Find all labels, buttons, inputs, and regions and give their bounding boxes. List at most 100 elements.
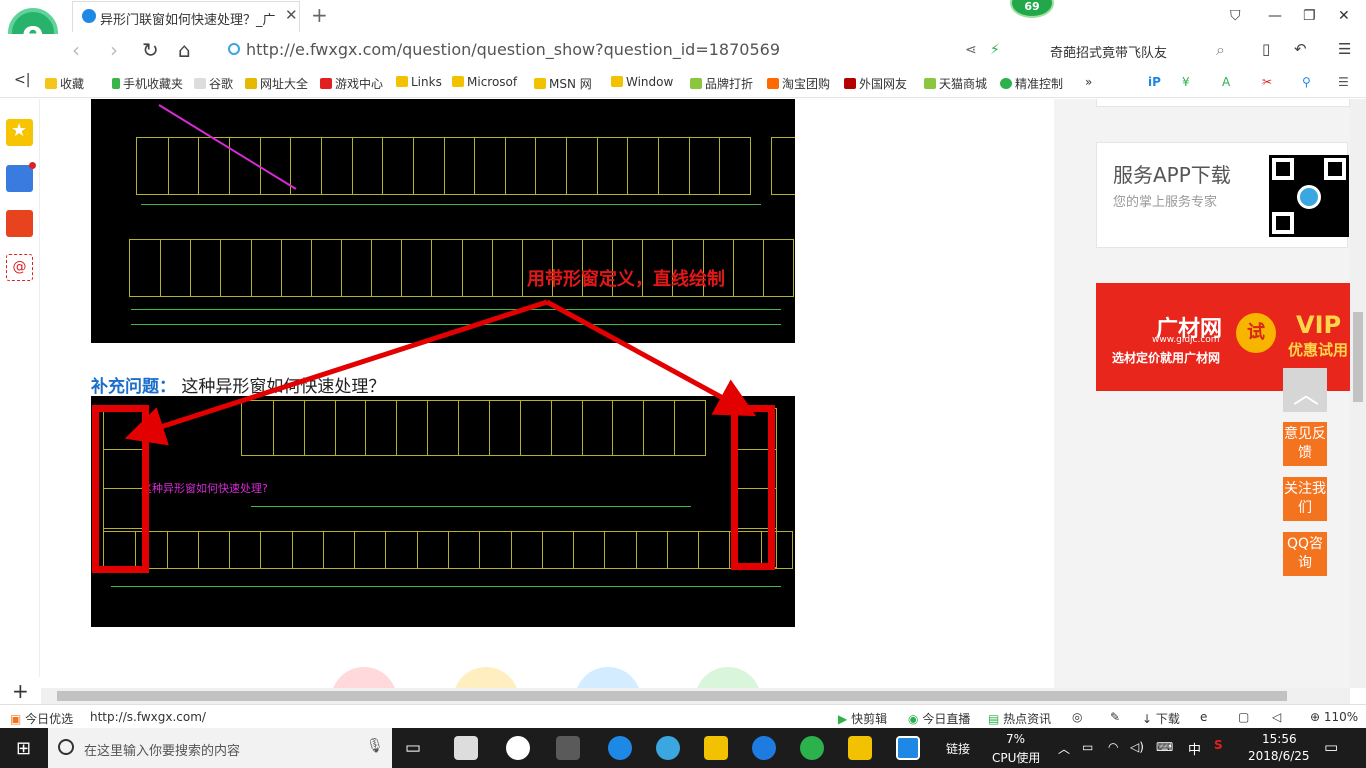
speed-icon[interactable]: ◎	[1072, 710, 1082, 724]
cad-window-strip	[136, 137, 751, 195]
action-circle[interactable]	[331, 667, 397, 688]
close-tab-icon[interactable]: ✕	[285, 6, 298, 24]
horizontal-scrollbar[interactable]	[41, 688, 1350, 704]
vertical-scroll-thumb[interactable]	[1353, 312, 1363, 402]
menu-icon[interactable]: ☰	[1338, 40, 1351, 58]
bookmark-item[interactable]: 淘宝团购	[767, 75, 830, 92]
feedback-button[interactable]: 意见反馈	[1283, 422, 1327, 466]
bookmark-item[interactable]: 天猫商城	[924, 75, 987, 92]
app-icon-edge[interactable]	[608, 736, 632, 760]
cad-mullion	[541, 532, 543, 568]
magnifier-icon[interactable]: ⚲	[1302, 75, 1311, 89]
home-icon[interactable]: ⌂	[178, 38, 191, 62]
taskbar-search[interactable]: 在这里输入你要搜索的内容 🎙	[48, 728, 392, 768]
action-circle[interactable]	[695, 667, 761, 688]
task-view-icon[interactable]: ▭	[405, 738, 421, 758]
search-input[interactable]: 奇葩招式竟带飞队友	[1050, 42, 1167, 61]
mute-icon[interactable]: ◁	[1272, 710, 1281, 724]
sidebar-toggle-icon[interactable]: <|	[14, 72, 30, 88]
follow-button[interactable]: 关注我们	[1283, 477, 1327, 521]
bookmark-item[interactable]: 精准控制	[1000, 75, 1063, 92]
bookmark-item[interactable]: 品牌打折	[690, 75, 753, 92]
bookmark-item[interactable]: Window	[611, 75, 673, 89]
bookmark-item[interactable]: 收藏	[45, 75, 84, 92]
new-tab-icon[interactable]: +	[311, 3, 328, 27]
bookmark-item[interactable]: 谷歌	[194, 75, 233, 92]
app-icon-browser[interactable]	[800, 736, 824, 760]
ime-indicator[interactable]: 中	[1188, 739, 1201, 758]
action-circle[interactable]	[453, 667, 519, 688]
forward-icon[interactable]: ›	[110, 38, 118, 62]
window-icon[interactable]: ▢	[1238, 710, 1249, 724]
status-item[interactable]: ▶ 快剪辑	[838, 710, 887, 727]
today-pick[interactable]: ▣ 今日优选	[10, 710, 73, 727]
ie-icon[interactable]: e	[1200, 710, 1207, 724]
sogou-icon[interactable]: S	[1214, 738, 1223, 752]
status-item[interactable]: ▤ 热点资讯	[988, 710, 1051, 727]
clock-date[interactable]: 2018/6/25	[1248, 749, 1310, 763]
reload-icon[interactable]: ↻	[142, 38, 159, 62]
share-icon[interactable]: ⋖	[965, 42, 977, 58]
app-icon-active[interactable]	[896, 736, 920, 760]
clock-time[interactable]: 15:56	[1262, 732, 1297, 746]
search-icon[interactable]: ⌕	[1216, 40, 1225, 60]
news-icon[interactable]	[6, 162, 36, 192]
zoom-level[interactable]: ⊕ 110%	[1310, 710, 1358, 724]
bookmark-item[interactable]: Links	[396, 75, 442, 89]
favorites-star-icon[interactable]: ★	[6, 119, 33, 146]
app-icon-ie-old[interactable]	[506, 736, 530, 760]
weibo-icon[interactable]	[6, 210, 33, 237]
ext-icon[interactable]: iP	[1148, 75, 1161, 89]
more-bookmarks-icon[interactable]: »	[1085, 75, 1092, 89]
action-center-icon[interactable]: ▭	[1324, 738, 1338, 756]
cad-mullion	[197, 532, 199, 568]
vertical-scrollbar[interactable]	[1350, 99, 1366, 688]
lightning-icon[interactable]: ⚡	[990, 42, 1000, 58]
volume-icon[interactable]: ◁)	[1130, 740, 1144, 754]
mail-icon[interactable]: @	[6, 254, 33, 281]
app-icon-ie[interactable]	[656, 736, 680, 760]
restore-icon[interactable]: ❐	[1303, 8, 1316, 24]
keyboard-icon[interactable]: ⌨	[1156, 740, 1173, 754]
undo-icon[interactable]: ↶	[1294, 40, 1307, 58]
taskbar-link-label[interactable]: 链接	[946, 740, 970, 757]
bookmark-item[interactable]: Microsof	[452, 75, 517, 89]
add-icon[interactable]: +	[12, 679, 29, 703]
app-icon-g[interactable]	[752, 736, 776, 760]
app-icon-explorer[interactable]	[704, 736, 728, 760]
cad-mullion	[166, 532, 168, 568]
tools-icon[interactable]: ✎	[1110, 710, 1120, 724]
back-icon[interactable]: ‹	[72, 38, 80, 62]
bookmark-item[interactable]: 手机收藏夹	[112, 75, 183, 92]
qq-consult-button[interactable]: QQ咨询	[1283, 532, 1327, 576]
bookmark-item[interactable]: MSN 网	[534, 75, 592, 92]
app-download-card[interactable]: 服务APP下载 您的掌上服务专家	[1096, 142, 1349, 248]
close-window-icon[interactable]: ✕	[1338, 8, 1350, 24]
microphone-icon[interactable]: 🎙	[366, 738, 384, 754]
action-circle[interactable]	[575, 667, 641, 688]
url-field[interactable]: http://e.fwxgx.com/question/question_sho…	[228, 40, 780, 59]
app-icon-notes[interactable]	[848, 736, 872, 760]
minimize-icon[interactable]: —	[1268, 8, 1282, 24]
shield-icon[interactable]: ¥	[1182, 75, 1190, 89]
scissors-icon[interactable]: ✂	[1262, 75, 1272, 89]
app-icon-notify[interactable]	[556, 736, 580, 760]
back-to-top-button[interactable]: ︿	[1283, 368, 1327, 412]
notification-badge[interactable]: 69	[1010, 0, 1054, 18]
menu-lines-icon[interactable]: ☰	[1338, 75, 1349, 89]
phone-icon[interactable]: ▯	[1262, 40, 1270, 58]
battery-icon[interactable]: ▭	[1082, 740, 1093, 754]
shirt-icon[interactable]: ⛉	[1230, 8, 1241, 24]
tab-active[interactable]: 异形门联窗如何快速处理？_广联 ✕	[72, 1, 300, 32]
translate-icon[interactable]: A	[1222, 75, 1230, 89]
bookmark-item[interactable]: 网址大全	[245, 75, 308, 92]
download-item[interactable]: ↓ 下载	[1142, 710, 1180, 727]
bookmark-item[interactable]: 外国网友	[844, 75, 907, 92]
app-icon-fan[interactable]	[454, 736, 478, 760]
bookmark-item[interactable]: 游戏中心	[320, 75, 383, 92]
horizontal-scroll-thumb[interactable]	[57, 691, 1287, 701]
wifi-icon[interactable]: ◠	[1108, 740, 1118, 754]
windows-start-icon[interactable]: ⊞	[16, 738, 31, 759]
tray-expand-icon[interactable]: ︿	[1058, 740, 1070, 757]
status-item[interactable]: ◉ 今日直播	[908, 710, 970, 727]
